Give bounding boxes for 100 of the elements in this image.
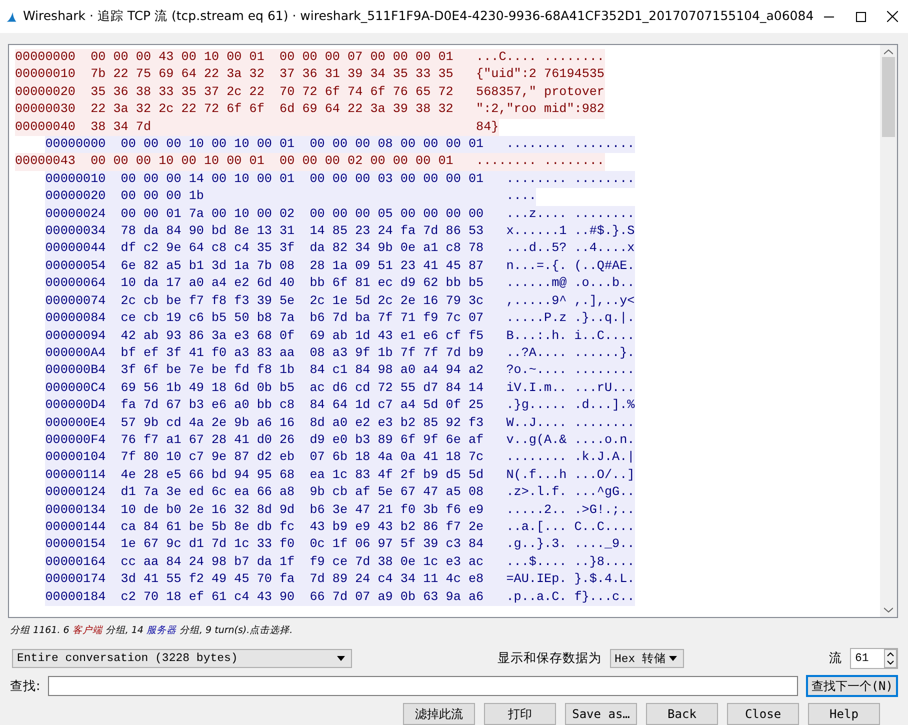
ascii-text: 84}	[476, 118, 499, 136]
row-offset: 00000030	[15, 101, 76, 118]
ascii-text: ...C.... ........	[476, 49, 604, 66]
row-offset: 000000A4	[45, 344, 106, 362]
row-offset: 00000034	[45, 223, 106, 240]
ascii-text: ...$.... ..}8....	[506, 554, 635, 571]
hex-bytes: fa 7d 67 b3 e6 a0 bb c8 84 64 1d c7 a4 5d 0f 25	[120, 397, 484, 414]
status-text: 分组 1161. 6 客户端 分组, 14 服务器 分组, 9 turn(s).点击选择.	[9, 624, 294, 638]
ascii-text: ......m@ .o...b..	[506, 275, 635, 292]
find-field[interactable]	[48, 676, 798, 696]
format-dropdown[interactable]: Hex 转储	[610, 649, 684, 668]
hex-bytes: 00 00 01 7a 00 10 00 02 00 00 00 05 00 00 00 00	[120, 206, 484, 223]
hex-bytes: ce cb 19 c6 b5 50 b8 7a b6 7d ba 7f 71 f9 7c 07	[120, 310, 484, 328]
ascii-text: W..J.... ........	[506, 414, 635, 432]
hex-bytes: bf ef 3f 41 f0 a3 83 aa 08 a3 9f 1b 7f 7f 7d b9	[120, 344, 484, 362]
row-offset: 00000184	[45, 588, 106, 606]
find-next-button[interactable]: 查找下一个(N)	[806, 675, 898, 697]
row-offset: 00000104	[45, 449, 106, 466]
row-offset: 00000154	[45, 536, 106, 554]
ascii-text: ..?A.... ......}.	[506, 344, 635, 362]
ascii-text: {"uid":2 76194535	[476, 66, 604, 84]
row-offset: 00000084	[45, 310, 106, 328]
row-offset: 00000144	[45, 518, 106, 536]
row-offset: 00000074	[45, 292, 106, 310]
hex-bytes: 6e 82 a5 b1 3d 1a 7b 08 28 1a 09 51 23 41 45 87	[120, 258, 484, 275]
window-title: Wireshark · 追踪 TCP 流 (tcp.stream eq 61) · wireshark_511F1F9A-D0E4-4230-9936-68A41CF352D1_20170707155104_a06084	[22, 8, 814, 25]
row-offset: 00000020	[15, 84, 76, 101]
hex-bytes: 38 34 7d	[90, 118, 152, 136]
ascii-text: iV.I.m.. ...rU...	[506, 380, 635, 397]
row-offset: 00000134	[45, 502, 106, 519]
scroll-down-icon[interactable]	[884, 607, 893, 614]
hex-bytes: 57 9b cd 4a 2e 9b a6 16 8d a0 e2 e3 b2 85 92 f3	[120, 414, 484, 432]
find-label: 查找:	[10, 678, 40, 694]
close-icon	[886, 11, 898, 22]
dialog-button[interactable]: Back	[646, 703, 718, 725]
dropdown-caret-icon	[337, 656, 345, 661]
ascii-text: .}g..... .d...].%	[506, 397, 635, 414]
ascii-text: .z>.l.f. ...^gG..	[506, 484, 635, 502]
stream-spinbox[interactable]: 61	[850, 648, 898, 669]
scrollbar[interactable]	[880, 45, 897, 618]
row-offset: 00000010	[15, 66, 76, 84]
dialog-button[interactable]: 滤掉此流	[403, 703, 475, 725]
hex-bytes: d1 7a 3e ed 6c ea 66 a8 9b cb af 5e 67 47 a5 08	[120, 484, 484, 502]
row-offset: 00000164	[45, 554, 106, 571]
ascii-text: ,.....9^ ,.],..y<	[506, 292, 635, 310]
hex-bytes: 4e 28 e5 66 bd 94 95 68 ea 1c 83 4f 2f b9 d5 5d	[120, 466, 484, 484]
hex-bytes: df c2 9e 64 c8 c4 35 3f da 82 34 9b 0e a1 c8 78	[120, 240, 484, 258]
ascii-text: .g..}.3. ...._9..	[506, 536, 635, 554]
ascii-text: n...=.{. (..Q#AE.	[506, 258, 635, 275]
ascii-text: 568357," protover	[476, 84, 604, 101]
dialog-button[interactable]: 打印	[484, 703, 556, 725]
row-offset: 00000024	[45, 206, 106, 223]
row-offset: 00000094	[45, 328, 106, 344]
scroll-up-icon[interactable]	[884, 49, 893, 55]
row-offset: 00000043	[15, 153, 76, 170]
ascii-text: .....P.z .}..q.|.	[506, 310, 635, 328]
ascii-text: ...d..5? ..4....x	[506, 240, 635, 258]
row-offset: 000000C4	[45, 380, 106, 397]
conversation-dropdown[interactable]: Entire conversation (3228 bytes)	[12, 649, 352, 668]
scrollbar-thumb[interactable]	[882, 57, 895, 137]
row-offset: 00000124	[45, 484, 106, 502]
hex-bytes: 00 00 00 1b	[120, 188, 205, 206]
ascii-text: .p..a.C. f}...c..	[506, 588, 635, 606]
row-offset: 000000B4	[45, 362, 106, 380]
hex-bytes: cc aa 84 24 98 b7 da 1f f9 ce 7d 38 0e 1c e3 ac	[120, 554, 484, 571]
ascii-text: ?o.~.... ........	[506, 362, 635, 380]
dialog-button[interactable]: Save as…	[565, 703, 637, 725]
hex-bytes: 10 da 17 a0 a4 e2 6d 40 bb 6f 81 ec d9 62 bb b5	[120, 275, 484, 292]
hex-bytes: 00 00 00 14 00 10 00 01 00 00 00 03 00 00 00 01	[120, 170, 484, 188]
hex-bytes: 22 3a 32 2c 22 72 6f 6f 6d 69 64 22 3a 39 38 32	[90, 101, 454, 118]
dropdown-caret-icon	[668, 656, 676, 661]
dialog-button[interactable]: Help	[808, 703, 880, 725]
hex-bytes: 7f 80 10 c7 9e 87 d2 eb 07 6b 18 4a 0a 41 18 7c	[120, 449, 484, 466]
ascii-text: N(.f...h ...O/..]	[506, 466, 635, 484]
spin-arrows-icon	[884, 649, 897, 668]
hex-bytes: 1e 67 9c d1 7d 1c 33 f0 0c 1f 06 97 5f 39 c3 84	[120, 536, 484, 554]
hex-bytes: 42 ab 93 86 3a e3 68 0f 69 ab 1d 43 e1 e6 cf f5	[120, 328, 484, 344]
hex-bytes: 2c cb be f7 f8 f3 39 5e 2c 1e 5d 2c 2e 16 79 3c	[120, 292, 484, 310]
row-offset: 000000D4	[45, 397, 106, 414]
hex-bytes: 3f 6f be 7e be fd f8 1b 84 c1 84 98 a0 a4 94 a2	[120, 362, 484, 380]
ascii-text: ":2,"roo mid":982	[476, 101, 604, 118]
row-offset: 00000020	[45, 188, 106, 206]
ascii-text: .....2.. .>G!.;..	[506, 502, 635, 519]
ascii-text: ........ ........	[476, 153, 604, 170]
row-offset: 00000064	[45, 275, 106, 292]
ascii-text: ....	[506, 188, 536, 206]
maximize-icon	[856, 12, 866, 22]
ascii-text: ........ ........	[506, 136, 635, 154]
hex-bytes: 00 00 00 43 00 10 00 01 00 00 00 07 00 00 00 01	[90, 49, 454, 66]
hex-bytes: 78 da 84 90 bd 8e 13 31 14 85 23 24 fa 7d 86 53	[120, 223, 484, 240]
row-offset: 00000040	[15, 118, 76, 136]
ascii-text: v..g(A.& ....o.n.	[506, 432, 635, 449]
hex-bytes: 00 00 00 10 00 10 00 01 00 00 00 02 00 00 00 01	[90, 153, 454, 170]
row-offset: 00000000	[15, 49, 76, 66]
ascii-text: ...z.... ........	[506, 206, 635, 223]
ascii-text: ..a.[... C..C....	[506, 518, 635, 536]
hex-bytes: 76 f7 a1 67 28 41 d0 26 d9 e0 b3 89 6f 9f 6e af	[120, 432, 484, 449]
ascii-text: ........ .k.J.A.|	[506, 449, 635, 466]
row-offset: 00000054	[45, 258, 106, 275]
dialog-button[interactable]: Close	[727, 703, 799, 725]
